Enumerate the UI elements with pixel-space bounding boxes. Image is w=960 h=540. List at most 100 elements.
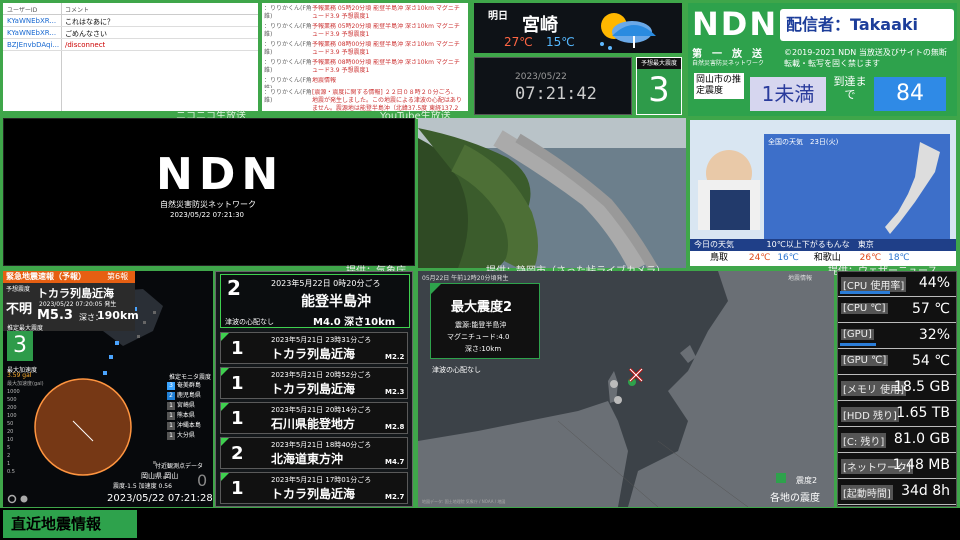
system-stat-bar [840,291,891,294]
system-stat-label: [C: 残り] [841,433,887,448]
recent-quake-row[interactable]: 1 2023年5月21日 17時01分ごろトカラ列島近海 M2.7 [220,472,408,504]
eew-station-label: 付近観測点データ [155,463,204,470]
map-epicenter: 震源:能登半島沖 [455,321,507,329]
max-intensity-value: 3 [648,70,670,110]
youtube-text: 地震情報 [312,77,337,84]
recent-mag: M2.7 [385,493,405,501]
recent-mag: M4.7 [385,458,405,466]
youtube-chat-row[interactable]: ：りりかくん(F角錐)予報業務 05時20分頃 能登半島沖 深さ10km マグニ… [264,5,466,22]
highway-camera-image [418,118,686,268]
youtube-chat-row[interactable]: ：りりかくん(F角錐)予報業務 05時20分頃 能登半島沖 深さ10km マグニ… [264,23,466,40]
comment-text: ごめんなさい [65,30,107,38]
recent-place: トカラ列島近海 [271,382,356,396]
comment-user: KYaWNEbXR... [7,29,57,37]
eew-scale-tick: 500 [7,397,17,403]
recent-place: 石川県能登地方 [271,417,356,431]
ticker-label: 今日の天気 [694,240,734,249]
eew-legend-name: 宮崎県 [176,402,195,409]
system-stat-label: [CPU ℃] [841,303,888,314]
eew-scale-tick: 20 [7,429,14,435]
comment-user: BZJEnvbDAqi... [7,41,60,49]
recent-mag: M2.3 [385,388,405,396]
recent-place: トカラ列島近海 [271,487,356,501]
map-legend-swatch [776,473,786,483]
news-broadcast-panel[interactable]: 全国の天気 23日(火) 今日の天気 10℃以上下がるもんな 東京 鳥取 24℃… [690,120,956,266]
system-stat-row: [GPU] 32% [838,326,956,349]
arrival-seconds: 84 [874,77,946,111]
ticker-temp-high-1: 24℃ [748,253,771,263]
recent-quake-row[interactable]: 1 2023年5月21日 20時52分ごろ トカラ列島近海 M2.3 [220,367,408,399]
youtube-user: ：りりかくん(F角錐) [264,77,312,88]
youtube-user: ：りりかくん(F角錐) [264,89,312,104]
news-weather-header: 全国の天気 23日(火) [768,138,839,146]
eew-magnitude: M5.3 [37,308,73,323]
eew-legend-item: 3 奄美群島 [167,381,213,390]
recent-date: 2023年5月21日 23時31分ごろ [271,336,372,344]
youtube-chat-panel: ：りりかくん(F角錐)予報業務 05時20分頃 能登半島沖 深さ10km マグニ… [262,3,468,111]
ndn-video-panel[interactable]: NDN 自然災害防災ネットワーク 2023/05/22 07:21:30 [3,118,415,266]
footer-bar: 直近地震情報 [0,508,960,540]
youtube-chat-row[interactable]: ：りりかくん(F角錐)予報業務 08時00分頃 能登半島沖 深さ10km マグニ… [264,41,466,58]
recent-top-date: 2023年5月22日 0時20分ごろ [271,279,381,288]
comment-row[interactable]: KYaWNEbXR... ごめんなさい [3,28,258,39]
system-stat-value: 34d 8h [901,483,950,499]
eew-legend-item: 1 大分県 [167,431,213,440]
eew-legend-item: 2 鹿児島県 [167,391,213,400]
youtube-chat-row[interactable]: ：りりかくん(F角錐)地震情報 [264,77,466,88]
eew-scale-tick: 2 [7,453,11,459]
youtube-user: ：りりかくん(F角錐) [264,59,312,74]
map-title: 最大震度2 [451,300,513,315]
recent-top-place: 能登半島沖 [301,294,371,310]
map-depth: 深さ:10km [465,345,502,353]
eew-datetime: 2023/05/22 07:20:05 発生 [39,301,117,308]
recent-quake-row[interactable]: 2 2023年5月21日 18時40分ごろ 北海道東方沖 M4.7 [220,437,408,469]
youtube-text: 予報業務 05時20分頃 能登半島沖 深さ10km マグニチュード3.9 予想震… [312,5,460,20]
eew-station: 岡山県 岡山 [141,472,179,480]
weather-low: 15℃ [546,35,575,49]
recent-place: 北海道東方沖 [271,452,344,466]
ndn-video-logo: NDN [156,149,285,200]
eew-scale-tick: 200 [7,405,17,411]
recent-quake-row[interactable]: 1 2023年5月21日 20時14分ごろ 石川県能登地方 M2.8 [220,402,408,434]
live-camera-panel[interactable]: 提供：気象庁 [418,118,686,268]
eew-serial: 第6報 [107,272,129,281]
youtube-text: 予報業務 05時20分頃 能登半島沖 深さ10km マグニチュード3.9 予想震… [312,23,460,38]
eew-legend-name: 奄美群島 [176,382,201,389]
recent-date: 2023年5月21日 17時01分ごろ [271,476,372,484]
quake-map-panel[interactable]: 05月22日 午前12時20分頃発生 地震情報 最大震度2 震源:能登半島沖 マ… [418,271,834,507]
comment-row[interactable]: KYaWNEbXR... これはなあに？ [3,16,258,27]
system-stat-row: [起動時間] 34d 8h [838,482,956,505]
recent-place: トカラ列島近海 [271,347,356,361]
recent-date: 2023年5月21日 18時40分ごろ [271,441,372,449]
eew-scale-tick: 1 [7,461,11,467]
youtube-user: ：りりかくん(F角錐) [264,5,312,20]
comment-row[interactable]: BZJEnvbDAqi... /disconnect [3,40,258,51]
system-stat-row: [GPU ℃] 54 ℃ [838,352,956,375]
eew-legend-number: 2 [167,392,175,400]
recent-quake-row[interactable]: 1 2023年5月21日 23時31分ごろ トカラ列島近海 M2.2 [220,332,408,364]
system-stat-row: [CPU ℃] 57 ℃ [838,300,956,323]
eew-legend-title: 推定モニタ震度 [169,374,212,381]
recent-mag: M2.8 [385,423,405,431]
comment-text: これはなあに？ [65,18,114,26]
recent-intensity: 1 [231,338,244,359]
eew-scale-tick: 1000 [7,389,20,395]
eew-scale-tick: 10 [7,437,14,443]
map-magnitude: マグニチュード:4.0 [447,333,510,341]
settings-icon[interactable] [7,493,29,504]
youtube-chat-row[interactable]: ：りりかくん(F角錐)予報業務 08時00分頃 能登半島沖 深さ10km マグニ… [264,59,466,76]
clock-time: 07:21:42 [515,84,597,104]
clock-panel: 2023/05/22 07:21:42 [474,57,632,115]
ndn-logo: NDN [692,5,779,43]
comment-panel: ユーザーID コメント KYaWNEbXR... これはなあに？ KYaWNEb… [3,3,258,111]
japan-map-graphic [885,142,940,234]
ndn-header-panel: NDN 配信者：Takaaki 第 一 放 送 自然災害防災ネットワーク ©20… [688,3,957,116]
comment-text: /disconnect [65,41,106,49]
recent-date: 2023年5月21日 20時52分ごろ [271,371,372,379]
eew-station-value: 震度-1.5 加速度 0.56 [113,483,172,490]
eew-scale-tick: 5 [7,445,11,451]
eew-footer-number: 0 [197,471,208,490]
recent-date: 2023年5月21日 20時14分ごろ [271,406,372,414]
est-intensity-label: 岡山市の推定震度 [694,73,744,99]
recent-intensity: 1 [231,478,244,499]
